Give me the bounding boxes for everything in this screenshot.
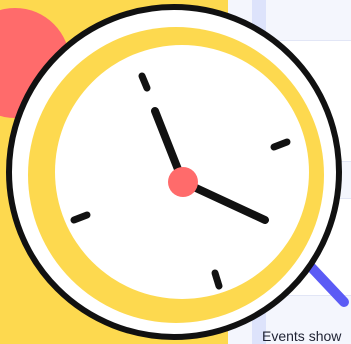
decorative-blue-line	[307, 263, 349, 307]
clock-tick	[138, 72, 151, 92]
events-text: Events show	[262, 328, 342, 344]
clock-tick	[270, 138, 291, 151]
clock-tick	[70, 211, 91, 224]
clock-icon	[6, 4, 349, 340]
clock-tick	[211, 269, 223, 290]
clock-center-pin	[168, 167, 198, 197]
hero-illustration: Events show	[0, 0, 351, 344]
